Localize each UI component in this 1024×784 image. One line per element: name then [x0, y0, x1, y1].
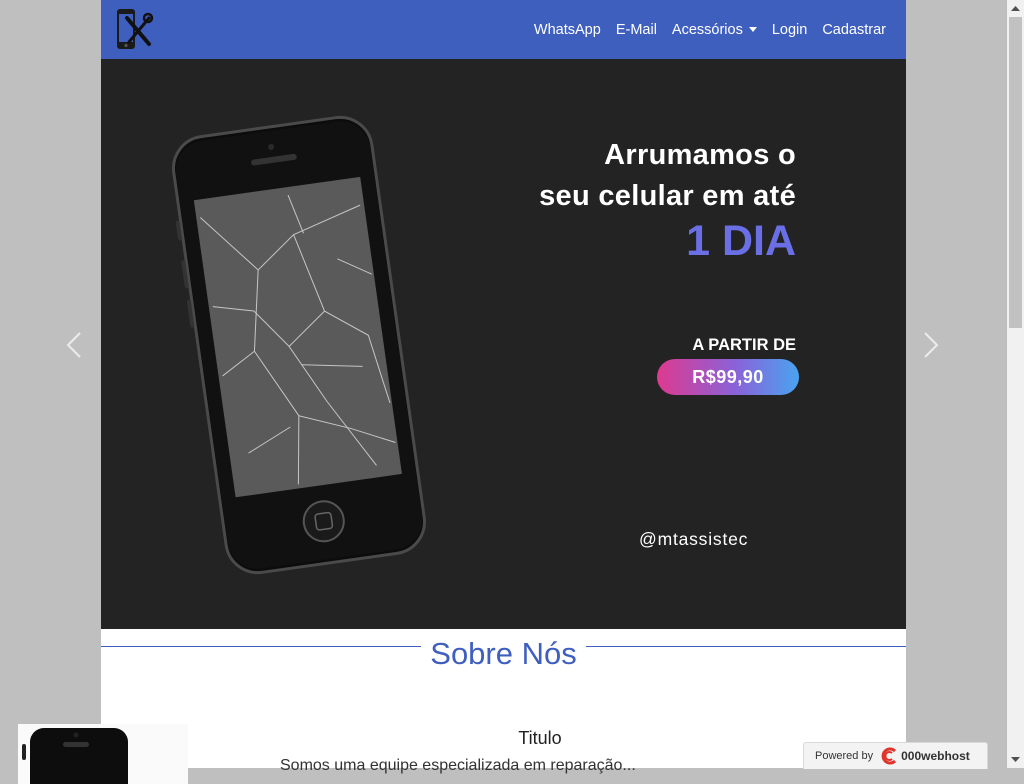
hero-carousel: Arrumamos o seu celular em até 1 DIA A P…	[101, 59, 906, 629]
price-badge: R$99,90	[657, 359, 799, 395]
card-title: Titulo	[518, 728, 562, 748]
chevron-down-icon	[748, 27, 757, 32]
nav-link-cadastrar[interactable]: Cadastrar	[822, 22, 886, 38]
about-title: Sobre Nós	[430, 636, 577, 671]
hero-headline-line2: seu celular em até	[539, 180, 796, 212]
scroll-down-icon[interactable]	[1007, 751, 1024, 768]
social-handle: @mtassistec	[639, 529, 749, 549]
nav-dropdown-acessorios[interactable]: Acessórios	[672, 22, 757, 38]
hosting-badge[interactable]: Powered by 000webhost	[803, 742, 988, 769]
scroll-up-icon[interactable]	[1007, 0, 1024, 17]
carousel-next-icon[interactable]	[915, 330, 945, 360]
nav-link-whatsapp[interactable]: WhatsApp	[534, 22, 601, 38]
webhost-logo-icon	[881, 747, 897, 765]
price-label: A PARTIR DE	[692, 336, 796, 354]
phone-image	[18, 724, 188, 784]
carousel-prev-icon[interactable]	[60, 330, 90, 360]
nav-dropdown-label: Acessórios	[671, 21, 743, 38]
phone-repair-icon[interactable]	[115, 6, 155, 53]
badge-powered-text: Powered by	[815, 750, 874, 762]
hero-headline-accent: 1 DIA	[686, 217, 796, 265]
scrollbar[interactable]	[1007, 0, 1024, 768]
scrollbar-thumb[interactable]	[1009, 17, 1022, 328]
card-text: Somos uma equipe especializada em repara…	[280, 757, 636, 774]
hero-headline-line1: Arrumamos o	[604, 139, 796, 171]
page: WhatsApp E-Mail Acessórios Login Cadastr…	[101, 0, 906, 768]
nav-link-login[interactable]: Login	[772, 22, 807, 38]
nav-link-email[interactable]: E-Mail	[616, 22, 657, 38]
badge-brand-text: 000webhost	[901, 749, 970, 763]
about-section-heading: Sobre Nós	[101, 634, 906, 674]
broken-phone-image	[171, 115, 427, 575]
navbar: WhatsApp E-Mail Acessórios Login Cadastr…	[101, 0, 906, 59]
nav-links: WhatsApp E-Mail Acessórios Login Cadastr…	[519, 0, 886, 59]
